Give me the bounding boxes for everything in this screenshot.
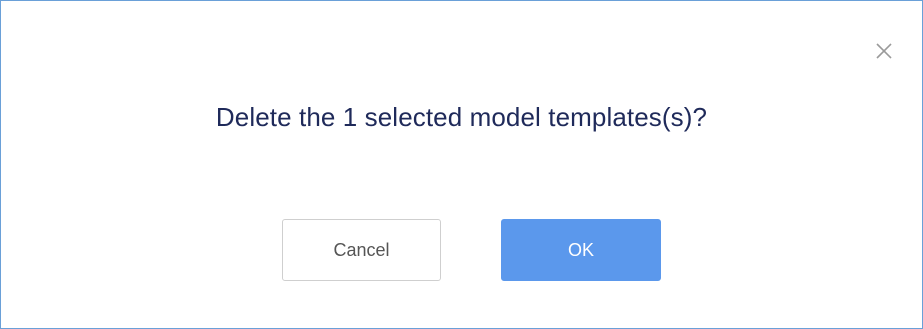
cancel-button[interactable]: Cancel <box>282 219 441 281</box>
ok-button[interactable]: OK <box>501 219 661 281</box>
close-icon[interactable] <box>874 41 894 61</box>
dialog-message: Delete the 1 selected model templates(s)… <box>215 102 708 132</box>
confirm-delete-dialog: Delete the 1 selected model templates(s)… <box>0 0 923 329</box>
